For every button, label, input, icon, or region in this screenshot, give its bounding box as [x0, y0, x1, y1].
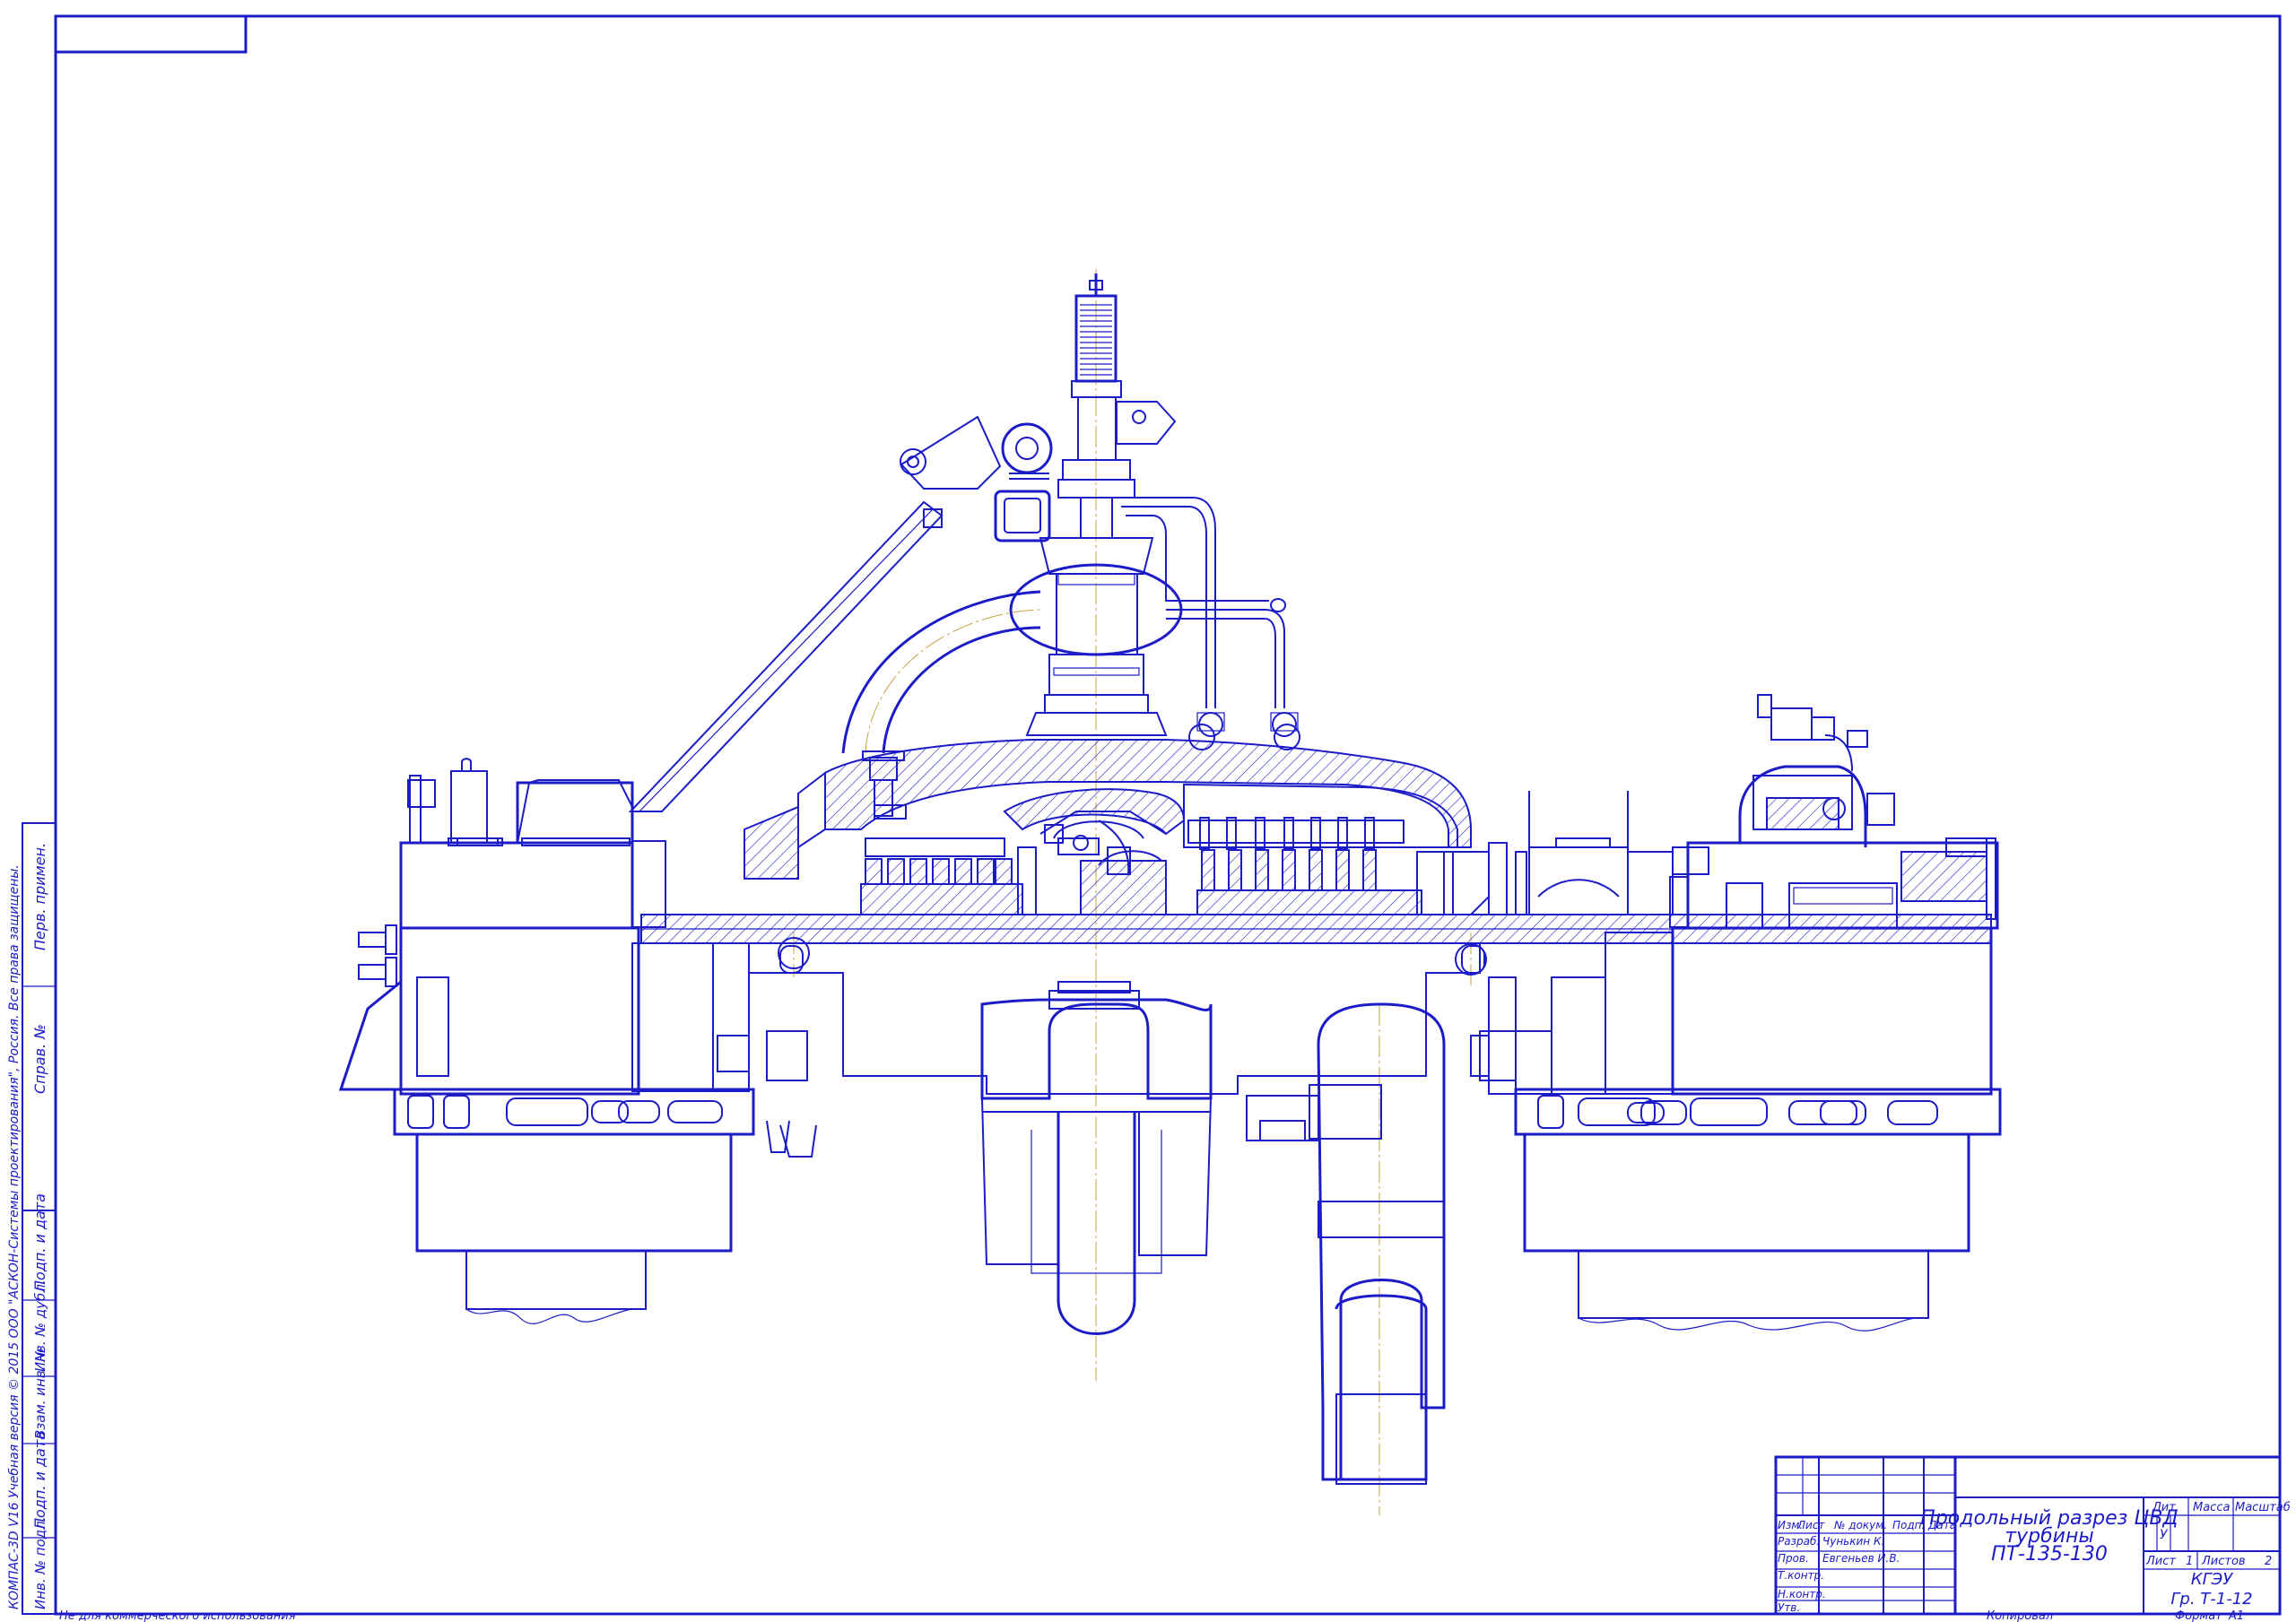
scale-label: Масштаб — [2235, 1501, 2291, 1514]
role-approved: Утв. — [1778, 1601, 1800, 1614]
rear-glands — [1488, 791, 1709, 915]
title-line-3: ПТ-135-130 — [1991, 1543, 2108, 1566]
sheets-value: 2 — [2265, 1555, 2272, 1568]
role-norm-control: Н.контр. — [1778, 1588, 1826, 1600]
rear-bearing-block — [1686, 694, 1999, 930]
top-left-stamp — [54, 14, 248, 54]
control-valve — [1009, 273, 1299, 737]
org-line-1: КГЭУ — [2191, 1570, 2233, 1589]
header-doc-no: № докум. — [1833, 1519, 1887, 1531]
hp-stages-group-1 — [860, 824, 1100, 915]
role-developer: Разраб. — [1778, 1535, 1820, 1548]
checker-name: Евгеньев И.В. — [1822, 1552, 1900, 1565]
side-stamp: Перв. примен. Справ. № Подп. и дата Инв.… — [7, 822, 57, 1615]
header-list: Лист — [1796, 1519, 1825, 1531]
lit-label: Лит. — [2152, 1501, 2179, 1514]
role-tech-control: Т.контр. — [1778, 1569, 1824, 1582]
format-label: Формат — [2175, 1609, 2222, 1622]
side-stamp-sprav-no: Справ. № — [31, 1024, 48, 1094]
org-line-2: Гр. Т-1-12 — [2170, 1590, 2252, 1609]
drawing-sheet: Перв. примен. Справ. № Подп. и дата Инв.… — [7, 14, 2291, 1622]
side-stamp-vzam-inv: Взам. инв. № — [32, 1348, 48, 1439]
sheets-label: Листов — [2201, 1555, 2246, 1568]
developer-name: Чунькин К. — [1822, 1535, 1884, 1548]
role-checker: Пров. — [1778, 1552, 1809, 1565]
copyright-note: КОМПАС-3D V16 Учебная версия © 2015 ООО … — [7, 864, 22, 1609]
title-block: Продольный разрез ЦВД турбины ПТ-135-130… — [1774, 1455, 2291, 1616]
sheet-value: 1 — [2186, 1555, 2193, 1568]
side-stamp-inv-podl: Инв. № подл. — [32, 1517, 48, 1609]
footer: Не для коммерческого использования Копир… — [59, 1609, 2244, 1622]
noncommercial-note: Не для коммерческого использования — [59, 1609, 296, 1622]
header-date: Дата — [1927, 1519, 1956, 1531]
hp-stages-group-2 — [1080, 817, 1490, 915]
rear-bearing-pedestal — [1488, 926, 2002, 1331]
header-sign: Подп. — [1892, 1519, 1925, 1531]
side-stamp-podp-data-2: Подп. и дата — [31, 1431, 48, 1529]
sheet-label: Лист — [2145, 1555, 2176, 1568]
side-stamp-podp-data-1: Подп. и дата — [31, 1193, 48, 1291]
mass-label: Масса — [2193, 1501, 2230, 1514]
copied-label: Копировал — [1987, 1609, 2053, 1622]
turbine-section-drawing — [338, 269, 2002, 1515]
lit-value: У — [2160, 1528, 2169, 1542]
front-bearing-pedestal — [338, 758, 755, 1324]
side-stamp-perv-primen: Перв. примен. — [31, 843, 48, 950]
format-value: A1 — [2228, 1609, 2244, 1622]
